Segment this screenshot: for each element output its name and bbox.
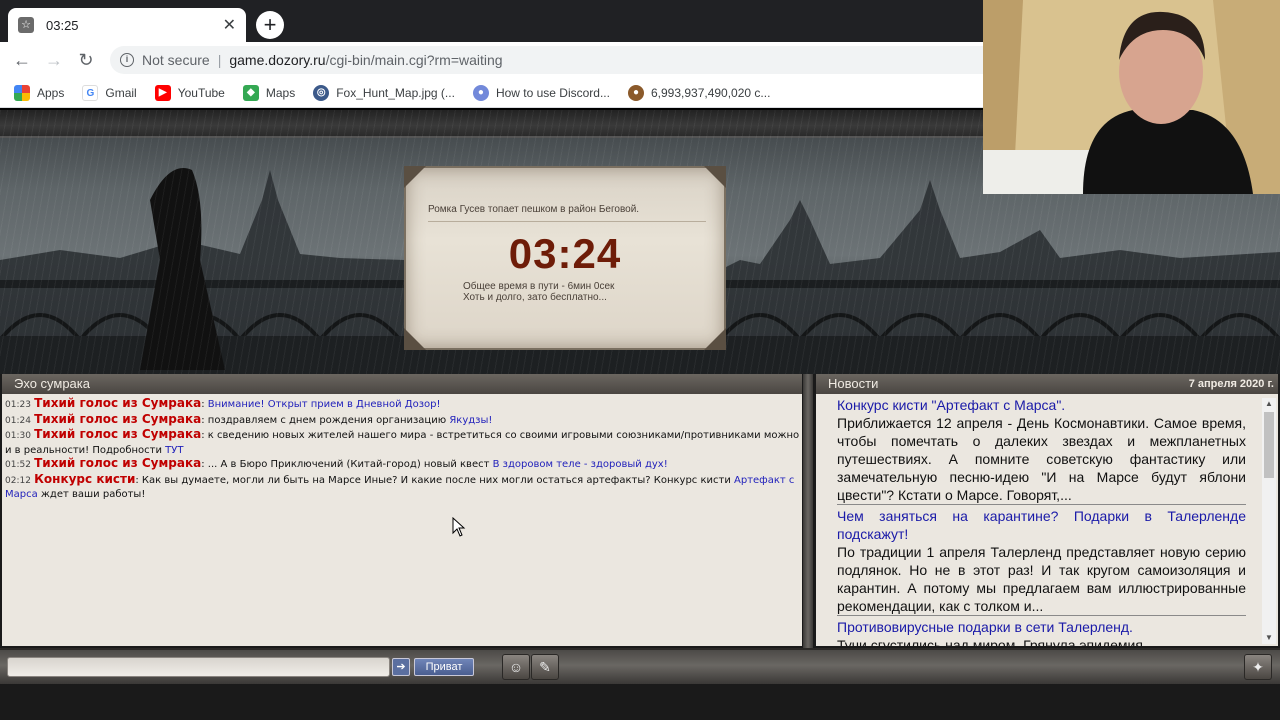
chat-message: 02:12 Конкурс кисти: Как вы думаете, мог…	[5, 471, 795, 500]
chat-message-input[interactable]	[7, 657, 390, 677]
news-scrollbar[interactable]: ▲ ▼	[1262, 398, 1276, 644]
chat-message: 01:23 Тихий голос из Сумрака: Внимание! …	[5, 396, 441, 410]
smiley-icon[interactable]: ☺	[502, 654, 530, 680]
browser-tab[interactable]: ☆ 03:25 ✕	[8, 8, 246, 42]
globe-icon: ◎	[313, 84, 330, 101]
frame-corner	[704, 166, 726, 188]
echo-chat-log[interactable]: 01:23 Тихий голос из Сумрака: Внимание! …	[2, 394, 802, 646]
site-favicon-icon: ☆	[18, 17, 34, 33]
news-item-body: Приближается 12 апреля - День Космонавти…	[837, 415, 1246, 503]
news-item-title[interactable]: Чем заняться на карантине? Подарки в Тал…	[837, 507, 1246, 543]
bookmark-maps[interactable]: ◆ Maps	[242, 84, 296, 101]
echo-panel-header: Эхо сумрака	[2, 374, 802, 394]
chat-message: 01:24 Тихий голос из Сумрака: поздравляе…	[5, 411, 493, 426]
news-item-title[interactable]: Противовирусные подарки в сети Талерленд…	[837, 618, 1246, 636]
news-item: Противовирусные подарки в сети Талерленд…	[837, 618, 1246, 646]
bookmark-label: Apps	[37, 85, 65, 100]
private-button[interactable]: Приват	[414, 658, 474, 676]
bookmark-discord[interactable]: ● How to use Discord...	[472, 84, 610, 101]
chat-sender[interactable]: Тихий голос из Сумрака	[34, 456, 201, 470]
chat-timestamp: 01:52	[5, 460, 31, 470]
chat-link[interactable]: Якудзы!	[449, 415, 492, 426]
bookmark-youtube[interactable]: ▶ YouTube	[154, 84, 225, 101]
scroll-thumb[interactable]	[1264, 412, 1274, 478]
back-arrow-icon[interactable]: ←	[10, 48, 34, 72]
travel-timer-panel: Ромка Гусев топает пешком в район Бегово…	[404, 166, 726, 350]
settings-tool-icon[interactable]: ✦	[1244, 654, 1272, 680]
chat-timestamp: 01:23	[5, 400, 31, 410]
news-item: Конкурс кисти "Артефакт с Марса". Приближ…	[837, 396, 1246, 505]
chat-message: 01:52 Тихий голос из Сумрака: ... А в Бю…	[5, 456, 668, 470]
chat-input-bar: ➔ Приват ☺ ✎ ✦	[0, 648, 1280, 684]
bookmark-label: YouTube	[177, 85, 225, 100]
bookmark-apps[interactable]: Apps	[14, 84, 65, 101]
bookmark-cookie[interactable]: ● 6,993,937,490,020 c...	[627, 84, 771, 101]
news-item: Чем заняться на карантине? Подарки в Тал…	[837, 507, 1246, 616]
panel-divider[interactable]	[803, 374, 813, 648]
travel-note: Хоть и долго, зато бесплатно...	[463, 292, 607, 303]
news-item-body: Тучи сгустились над миром. Грянула эпиде…	[837, 637, 1143, 646]
chat-link[interactable]: В здоровом теле - здоровый дух!	[493, 459, 668, 470]
news-item-body: По традиции 1 апреля Талерленд представл…	[837, 544, 1246, 614]
streamer-webcam-image	[983, 0, 1280, 194]
frame-corner	[404, 328, 426, 350]
news-panel-header: Новости 7 апреля 2020 г.	[816, 374, 1278, 394]
tab-title: 03:25	[46, 17, 79, 33]
scroll-up-icon[interactable]: ▲	[1262, 398, 1276, 410]
frame-corner	[404, 166, 426, 188]
chat-link[interactable]: ТУТ	[165, 445, 183, 456]
travel-total-time: Общее время в пути - 6мин 0сек	[463, 281, 615, 292]
url-path: /cgi-bin/main.cgi?rm=waiting	[325, 52, 503, 68]
cookie-icon: ●	[627, 84, 644, 101]
chat-text: Как вы думаете, могли ли быть на Марсе И…	[141, 474, 735, 486]
translit-icon[interactable]: ✎	[531, 654, 559, 680]
info-icon[interactable]: i	[120, 53, 134, 67]
chat-timestamp: 01:30	[5, 431, 31, 441]
url-host: game.dozory.ru	[229, 52, 326, 68]
maps-icon: ◆	[242, 84, 259, 101]
apps-grid-icon	[14, 84, 30, 101]
bookmark-label: Fox_Hunt_Map.jpg (...	[336, 85, 455, 100]
news-item-title[interactable]: Конкурс кисти "Артефакт с Марса".	[837, 396, 1246, 414]
youtube-icon: ▶	[154, 84, 171, 101]
news-feed[interactable]: Конкурс кисти "Артефакт с Марса". Приближ…	[816, 394, 1278, 646]
chat-sender[interactable]: Тихий голос из Сумрака	[34, 412, 201, 426]
chat-text: ... А в Бюро Приключений (Китай-город) н…	[207, 459, 493, 470]
bookmark-gmail[interactable]: G Gmail	[82, 84, 137, 101]
chat-text-after: ждет ваши работы!	[37, 489, 146, 500]
news-date: 7 апреля 2020 г.	[1188, 378, 1274, 390]
discord-icon: ●	[472, 84, 489, 101]
frame-corner	[704, 328, 726, 350]
bookmark-label: How to use Discord...	[495, 85, 610, 100]
chat-sender[interactable]: Тихий голос из Сумрака	[34, 427, 201, 441]
chat-message: 01:30 Тихий голос из Сумрака: к сведению…	[5, 427, 800, 456]
bookmark-fox-hunt[interactable]: ◎ Fox_Hunt_Map.jpg (...	[313, 84, 455, 101]
travel-info: Общее время в пути - 6мин 0сек Хоть и до…	[463, 281, 614, 303]
chat-timestamp: 02:12	[5, 475, 31, 486]
news-panel-title: Новости	[828, 376, 879, 391]
send-arrow-button[interactable]: ➔	[392, 658, 410, 676]
travel-message: Ромка Гусев топает пешком в район Бегово…	[428, 204, 706, 222]
travel-countdown: 03:24	[508, 230, 622, 277]
chat-timestamp: 01:24	[5, 415, 31, 426]
chat-link[interactable]: Внимание! Открыт прием в Дневной Дозор!	[208, 399, 441, 410]
game-page: Ромка Гусев топает пешком в район Бегово…	[0, 110, 1280, 720]
echo-panel-title: Эхо сумрака	[14, 376, 90, 391]
scroll-down-icon[interactable]: ▼	[1262, 632, 1276, 644]
omnibox-divider: |	[217, 52, 222, 68]
webcam-overlay	[983, 0, 1280, 194]
bookmark-label: Maps	[265, 85, 296, 100]
new-tab-button[interactable]: +	[256, 11, 284, 39]
bookmark-label: 6,993,937,490,020 c...	[650, 85, 771, 100]
chat-sender[interactable]: Конкурс кисти	[34, 472, 135, 486]
chat-text: поздравляем с днем рождения организацию	[207, 414, 450, 426]
forward-arrow-icon[interactable]: →	[42, 48, 66, 72]
bookmark-label: Gmail	[105, 85, 137, 100]
reload-icon[interactable]: ↻	[74, 48, 98, 72]
close-icon[interactable]: ✕	[223, 15, 236, 35]
google-icon: G	[82, 84, 99, 101]
security-status: Not secure	[142, 52, 210, 68]
chat-sender[interactable]: Тихий голос из Сумрака	[34, 396, 201, 410]
